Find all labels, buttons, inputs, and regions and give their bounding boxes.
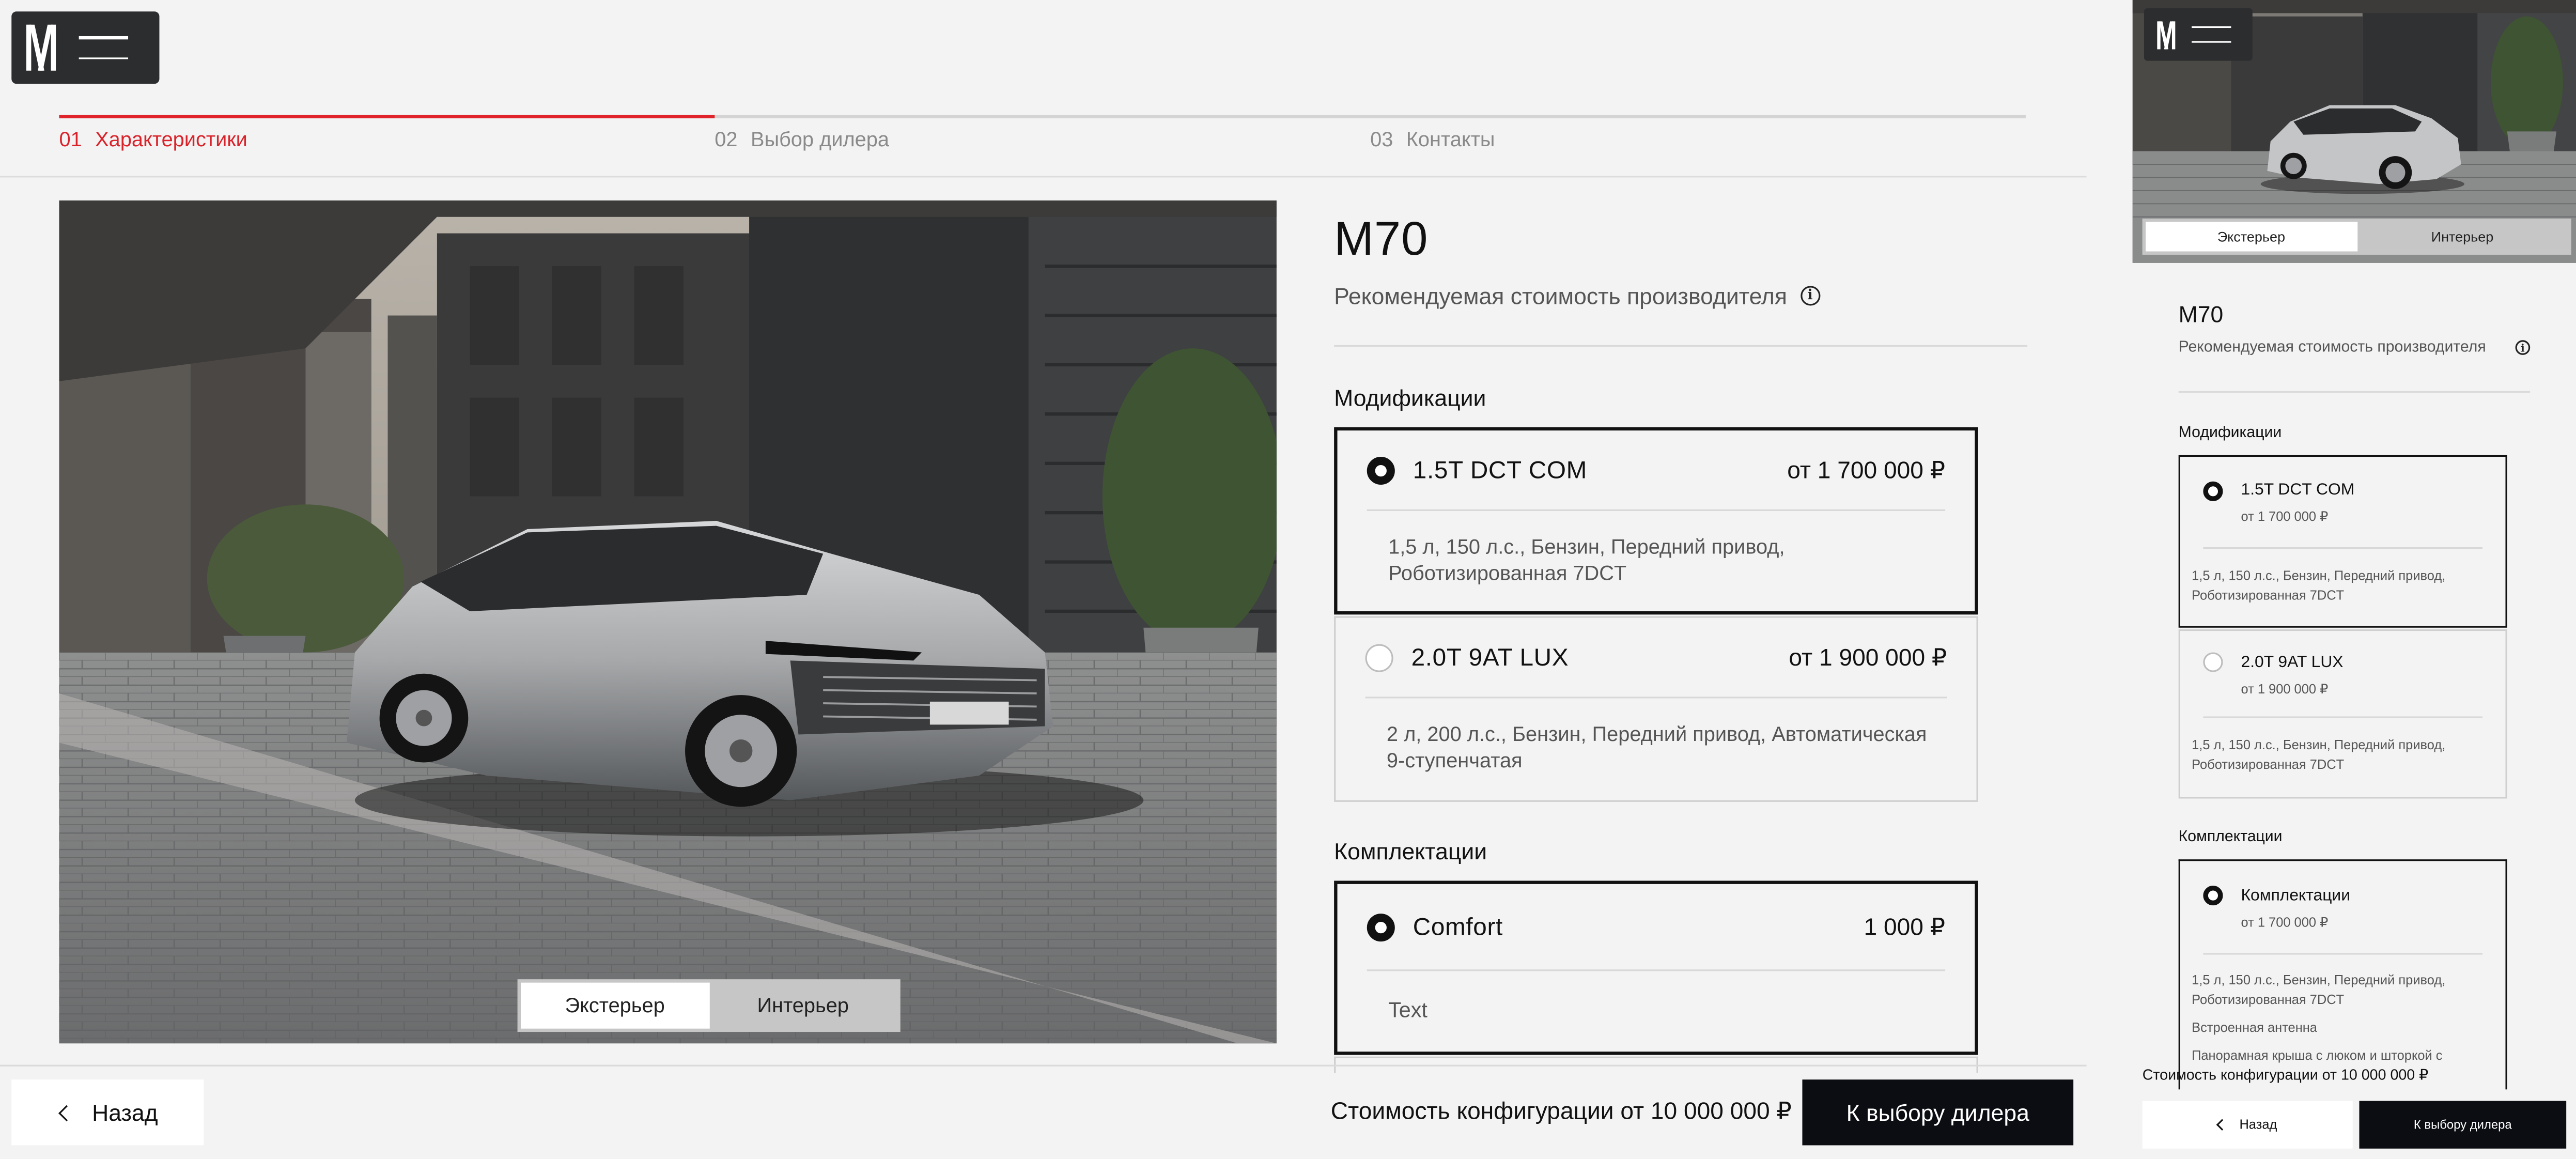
radio-icon[interactable]: [2203, 652, 2223, 672]
exterior-tab[interactable]: Экстерьер: [521, 982, 709, 1029]
info-icon[interactable]: i: [2515, 340, 2531, 355]
menu-icon: [2192, 26, 2231, 43]
step-contacts[interactable]: 03 Контакты: [1370, 128, 1495, 151]
divider: [0, 1064, 2087, 1067]
modification-card-2[interactable]: 2.0T 9AT LUX от 1 900 000 ₽ 1,5 л, 150 л…: [2178, 629, 2507, 799]
trim-desc: Text: [1388, 997, 1427, 1022]
modification-price: от 1 700 000 ₽: [1787, 457, 1946, 484]
trim-card-1[interactable]: Comfort 1 000 ₽ Text: [1334, 880, 1978, 1055]
exterior-tab[interactable]: Экстерьер: [2146, 222, 2357, 252]
mobile-view: Экстерьер Интерьер M70 Рекомендуемая сто…: [2132, 0, 2576, 1158]
desktop-view: 01 Характеристики 02 Выбор дилера 03 Контак…: [0, 0, 2087, 1158]
trim-card-1[interactable]: Комплектации от 1 700 000 ₽ 1,5 л, 150 л…: [2178, 859, 2507, 1090]
back-button[interactable]: Назад: [11, 1079, 204, 1146]
recommended-price: Рекомендуемая стоимость производителя i: [1334, 283, 1820, 309]
car-image: [59, 200, 1277, 1044]
mobile-car-photo: Экстерьер Интерьер: [2132, 0, 2576, 263]
step-characteristics[interactable]: 01 Характеристики: [59, 128, 247, 151]
car-photo: Экстерьер Интерьер: [59, 200, 1277, 1044]
next-dealer-button[interactable]: К выбору дилера: [1802, 1079, 2074, 1146]
config-cost: Стоимость конфигурации от 10 000 000 ₽: [1330, 1099, 1792, 1126]
trims-heading: Комплектации: [2178, 828, 2283, 846]
radio-icon[interactable]: [1367, 457, 1395, 485]
trims-heading: Комплектации: [1334, 838, 1487, 864]
recommended-price: Рекомендуемая стоимость производителя i: [2179, 338, 2531, 357]
radio-icon[interactable]: [2203, 481, 2223, 501]
info-icon[interactable]: i: [1800, 286, 1820, 306]
divider: [2178, 391, 2531, 393]
interior-tab[interactable]: Интерьер: [2357, 222, 2568, 251]
config-cost: Стоимость конфигурации от 10 000 000 ₽: [2142, 1066, 2429, 1083]
modification-price: от 1 900 000 ₽: [1789, 645, 1947, 672]
back-button[interactable]: Назад: [2142, 1101, 2353, 1149]
logo-icon: [26, 24, 56, 71]
radio-icon[interactable]: [2203, 886, 2223, 906]
view-toggle: Экстерьер Интерьер: [2142, 218, 2571, 255]
modification-name: 2.0T 9AT LUX: [1411, 644, 1569, 672]
menu-button[interactable]: [2144, 8, 2253, 61]
model-title: M70: [1334, 213, 1429, 267]
view-toggle: Экстерьер Интерьер: [517, 979, 901, 1032]
modification-name: 1.5T DCT COM: [1413, 457, 1587, 485]
interior-tab[interactable]: Интерьер: [709, 983, 897, 1029]
modification-card-1[interactable]: 1.5T DCT COM от 1 700 000 ₽ 1,5 л, 150 л…: [2178, 455, 2507, 628]
radio-icon[interactable]: [1367, 914, 1395, 942]
trim-name: Comfort: [1413, 914, 1503, 942]
radio-icon[interactable]: [1365, 644, 1393, 672]
divider: [0, 176, 2087, 178]
logo-icon: [2157, 20, 2176, 49]
stepper-progress: [59, 115, 715, 118]
menu-icon: [79, 36, 129, 59]
modifications-heading: Модификации: [2178, 424, 2282, 442]
modification-desc: 1,5 л, 150 л.с., Бензин, Передний привод…: [1388, 535, 1785, 585]
chevron-left-icon: [58, 1104, 75, 1121]
next-dealer-button[interactable]: К выбору дилера: [2359, 1101, 2567, 1149]
chevron-left-icon: [2216, 1119, 2228, 1131]
model-title: M70: [2178, 300, 2224, 327]
modifications-heading: Модификации: [1334, 384, 1486, 411]
trim-price: 1 000 ₽: [1864, 914, 1946, 941]
divider: [1334, 345, 2028, 347]
step-dealer[interactable]: 02 Выбор дилера: [715, 128, 889, 151]
modification-card-2[interactable]: 2.0T 9AT LUX от 1 900 000 ₽ 2 л, 200 л.с…: [1334, 616, 1978, 802]
modification-card-1[interactable]: 1.5T DCT COM от 1 700 000 ₽ 1,5 л, 150 л…: [1334, 427, 1978, 615]
menu-button[interactable]: [11, 11, 160, 84]
modification-desc: 2 л, 200 л.с., Бензин, Передний привод, …: [1386, 723, 1927, 772]
